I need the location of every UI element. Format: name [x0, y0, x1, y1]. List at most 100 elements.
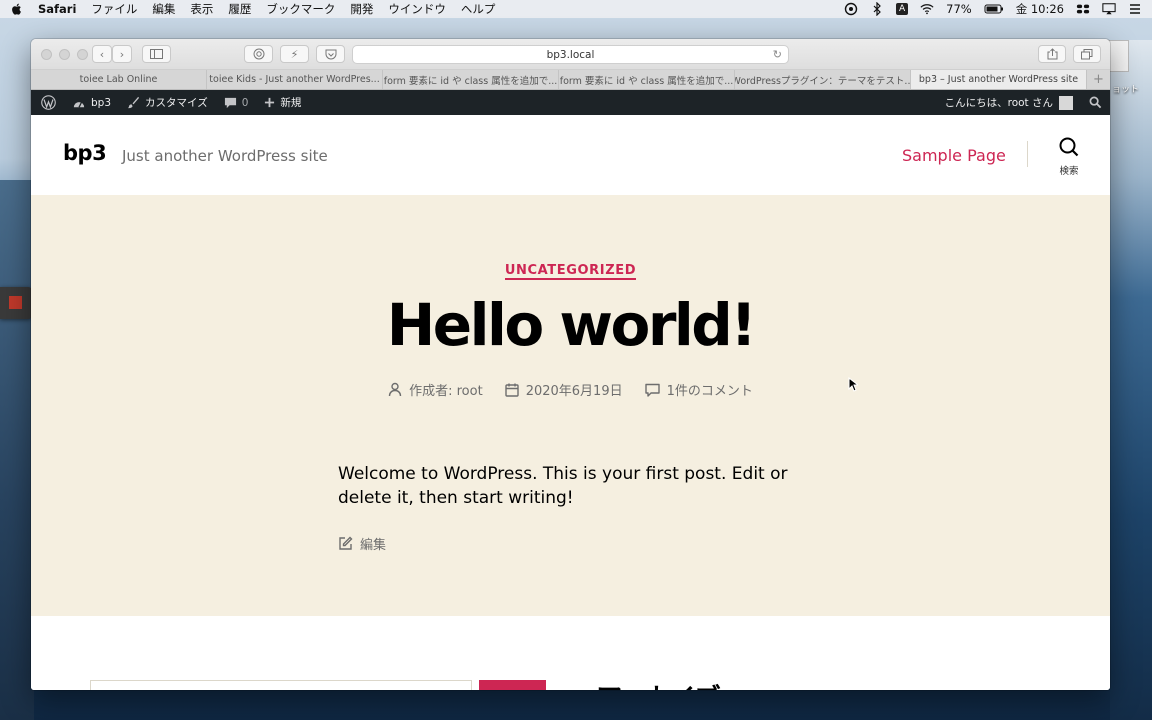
menu-develop[interactable]: 開発 — [350, 1, 373, 17]
post-content: Welcome to WordPress. This is your first… — [338, 464, 788, 508]
nav-sample-page[interactable]: Sample Page — [902, 146, 1006, 165]
wp-logo-menu[interactable] — [41, 95, 56, 110]
wp-admin-bar: bp3 カスタマイズ 0 新規 こんにちは、root さん — [31, 90, 1110, 115]
menu-bookmarks[interactable]: ブックマーク — [266, 1, 335, 17]
zoom-window-button[interactable] — [77, 48, 88, 60]
browser-tab[interactable]: toiee Kids - Just another WordPres... — [207, 70, 383, 89]
share-button[interactable] — [1038, 45, 1066, 63]
chevron-right-icon: › — [119, 47, 125, 61]
safari-toolbar: ‹ › ⚡︎ bp3.local ↻ — [31, 39, 1110, 70]
footer-widgets: アーカイブ — [31, 616, 1110, 690]
menu-file[interactable]: ファイル — [91, 1, 137, 17]
post-date-text: 2020年6月19日 — [525, 384, 623, 399]
browser-tab[interactable]: form 要素に id や class 属性を追加で... — [559, 70, 735, 89]
minimize-window-button[interactable] — [59, 48, 70, 60]
menu-window[interactable]: ウインドウ — [388, 1, 446, 17]
search-icon — [1059, 137, 1079, 157]
tab-overview-button[interactable] — [1073, 45, 1101, 63]
floating-record-widget[interactable] — [0, 287, 32, 319]
shield-icon — [253, 48, 264, 60]
battery-icon[interactable] — [984, 2, 1004, 16]
wallpaper-right — [1110, 40, 1152, 720]
customize-link[interactable]: カスタマイズ — [127, 95, 208, 110]
site-title[interactable]: bp3 — [63, 141, 107, 165]
battery-percentage: 77% — [946, 2, 972, 16]
input-source-indicator[interactable]: A — [896, 3, 909, 15]
back-button[interactable]: ‹ — [92, 45, 112, 63]
nav-separator — [1027, 141, 1028, 167]
mouse-cursor-icon — [848, 377, 858, 392]
customize-label: カスタマイズ — [145, 97, 208, 109]
post-date[interactable]: 2020年6月19日 — [504, 380, 623, 399]
edit-post-label: 編集 — [360, 538, 387, 553]
menu-view[interactable]: 表示 — [190, 1, 213, 17]
share-icon — [1047, 48, 1057, 60]
admin-site-name: bp3 — [91, 96, 112, 109]
sidebar-icon — [150, 49, 163, 59]
widget-search-button[interactable] — [479, 680, 546, 690]
post-hero: UNCATEGORIZED Hello world! 作成者: root 202… — [31, 195, 1110, 618]
post-author[interactable]: 作成者: root — [388, 380, 483, 399]
post-category-link[interactable]: UNCATEGORIZED — [504, 263, 637, 280]
widget-archive-title: アーカイブ — [596, 678, 720, 690]
apple-menu-icon[interactable] — [10, 2, 24, 16]
url-text[interactable]: bp3.local — [547, 49, 595, 61]
post-title: Hello world! — [386, 291, 757, 359]
vpn-icon[interactable] — [844, 2, 858, 16]
site-header: bp3 Just another WordPress site Sample P… — [31, 115, 1110, 195]
address-bar[interactable]: bp3.local ↻ — [352, 45, 789, 64]
new-content-label: 新規 — [280, 97, 302, 109]
menu-history[interactable]: 履歴 — [228, 1, 251, 17]
new-tab-button[interactable]: + — [1087, 70, 1110, 89]
forward-button[interactable]: › — [112, 45, 132, 63]
privacy-button[interactable] — [244, 45, 273, 63]
menu-help[interactable]: ヘルプ — [461, 1, 496, 17]
browser-tab[interactable]: form 要素に id や class 属性を追加で... — [383, 70, 559, 89]
calendar-icon — [504, 383, 519, 397]
plus-icon — [265, 97, 275, 108]
menubar-clock[interactable]: 金 10:26 — [1016, 1, 1064, 17]
tabs-icon — [1081, 48, 1093, 59]
bluetooth-icon[interactable] — [870, 2, 884, 16]
menu-safari[interactable]: Safari — [38, 2, 76, 16]
person-icon — [388, 382, 402, 397]
post-comments[interactable]: 1件のコメント — [644, 380, 753, 399]
new-content-link[interactable]: 新規 — [264, 95, 301, 110]
avatar[interactable] — [1059, 95, 1073, 110]
comments-count: 0 — [241, 96, 249, 109]
control-center-icon[interactable] — [1076, 2, 1090, 16]
pocket-icon — [325, 49, 336, 59]
pocket-button[interactable] — [316, 45, 345, 63]
browser-tab[interactable]: toiee Lab Online — [31, 70, 207, 89]
admin-search-icon[interactable] — [1089, 96, 1102, 109]
comments-link[interactable]: 0 — [224, 96, 249, 109]
browser-tab-active[interactable]: bp3 – Just another WordPress site — [911, 70, 1087, 89]
admin-site-link[interactable]: bp3 — [72, 97, 111, 109]
dashboard-icon — [73, 101, 85, 108]
chevron-left-icon: ‹ — [99, 47, 105, 61]
edit-post-link[interactable]: 編集 — [338, 534, 386, 553]
extension-button[interactable]: ⚡︎ — [280, 45, 309, 63]
record-stop-icon — [9, 296, 22, 309]
close-window-button[interactable] — [41, 48, 52, 60]
comment-icon — [644, 383, 660, 397]
desktop-file-label[interactable]: ョット — [1112, 82, 1139, 95]
post-author-text: 作成者: root — [409, 384, 483, 399]
search-toggle-button[interactable]: 検索 — [1055, 137, 1083, 177]
wifi-icon[interactable] — [920, 2, 934, 16]
notification-center-icon[interactable] — [1128, 2, 1142, 16]
sidebar-toggle-button[interactable] — [142, 45, 171, 63]
reload-icon[interactable]: ↻ — [773, 48, 782, 61]
menu-edit[interactable]: 編集 — [152, 1, 175, 17]
macos-menubar: Safari ファイル 編集 表示 履歴 ブックマーク 開発 ウインドウ ヘルプ… — [0, 0, 1152, 18]
post-meta: 作成者: root 2020年6月19日 1件のコメント — [31, 380, 1110, 399]
widget-search-input[interactable] — [90, 680, 472, 690]
account-greeting[interactable]: こんにちは、root さん — [945, 95, 1053, 110]
window-controls — [31, 48, 88, 60]
post-comments-text: 1件のコメント — [666, 384, 753, 399]
airplay-icon[interactable] — [1102, 2, 1116, 16]
wordpress-icon — [41, 95, 56, 110]
safari-window: ‹ › ⚡︎ bp3.local ↻ toiee Lab Online toie… — [31, 39, 1110, 690]
comment-bubble-icon — [224, 97, 236, 109]
browser-tab[interactable]: WordPressプラグイン：テーマをテスト... — [735, 70, 911, 89]
